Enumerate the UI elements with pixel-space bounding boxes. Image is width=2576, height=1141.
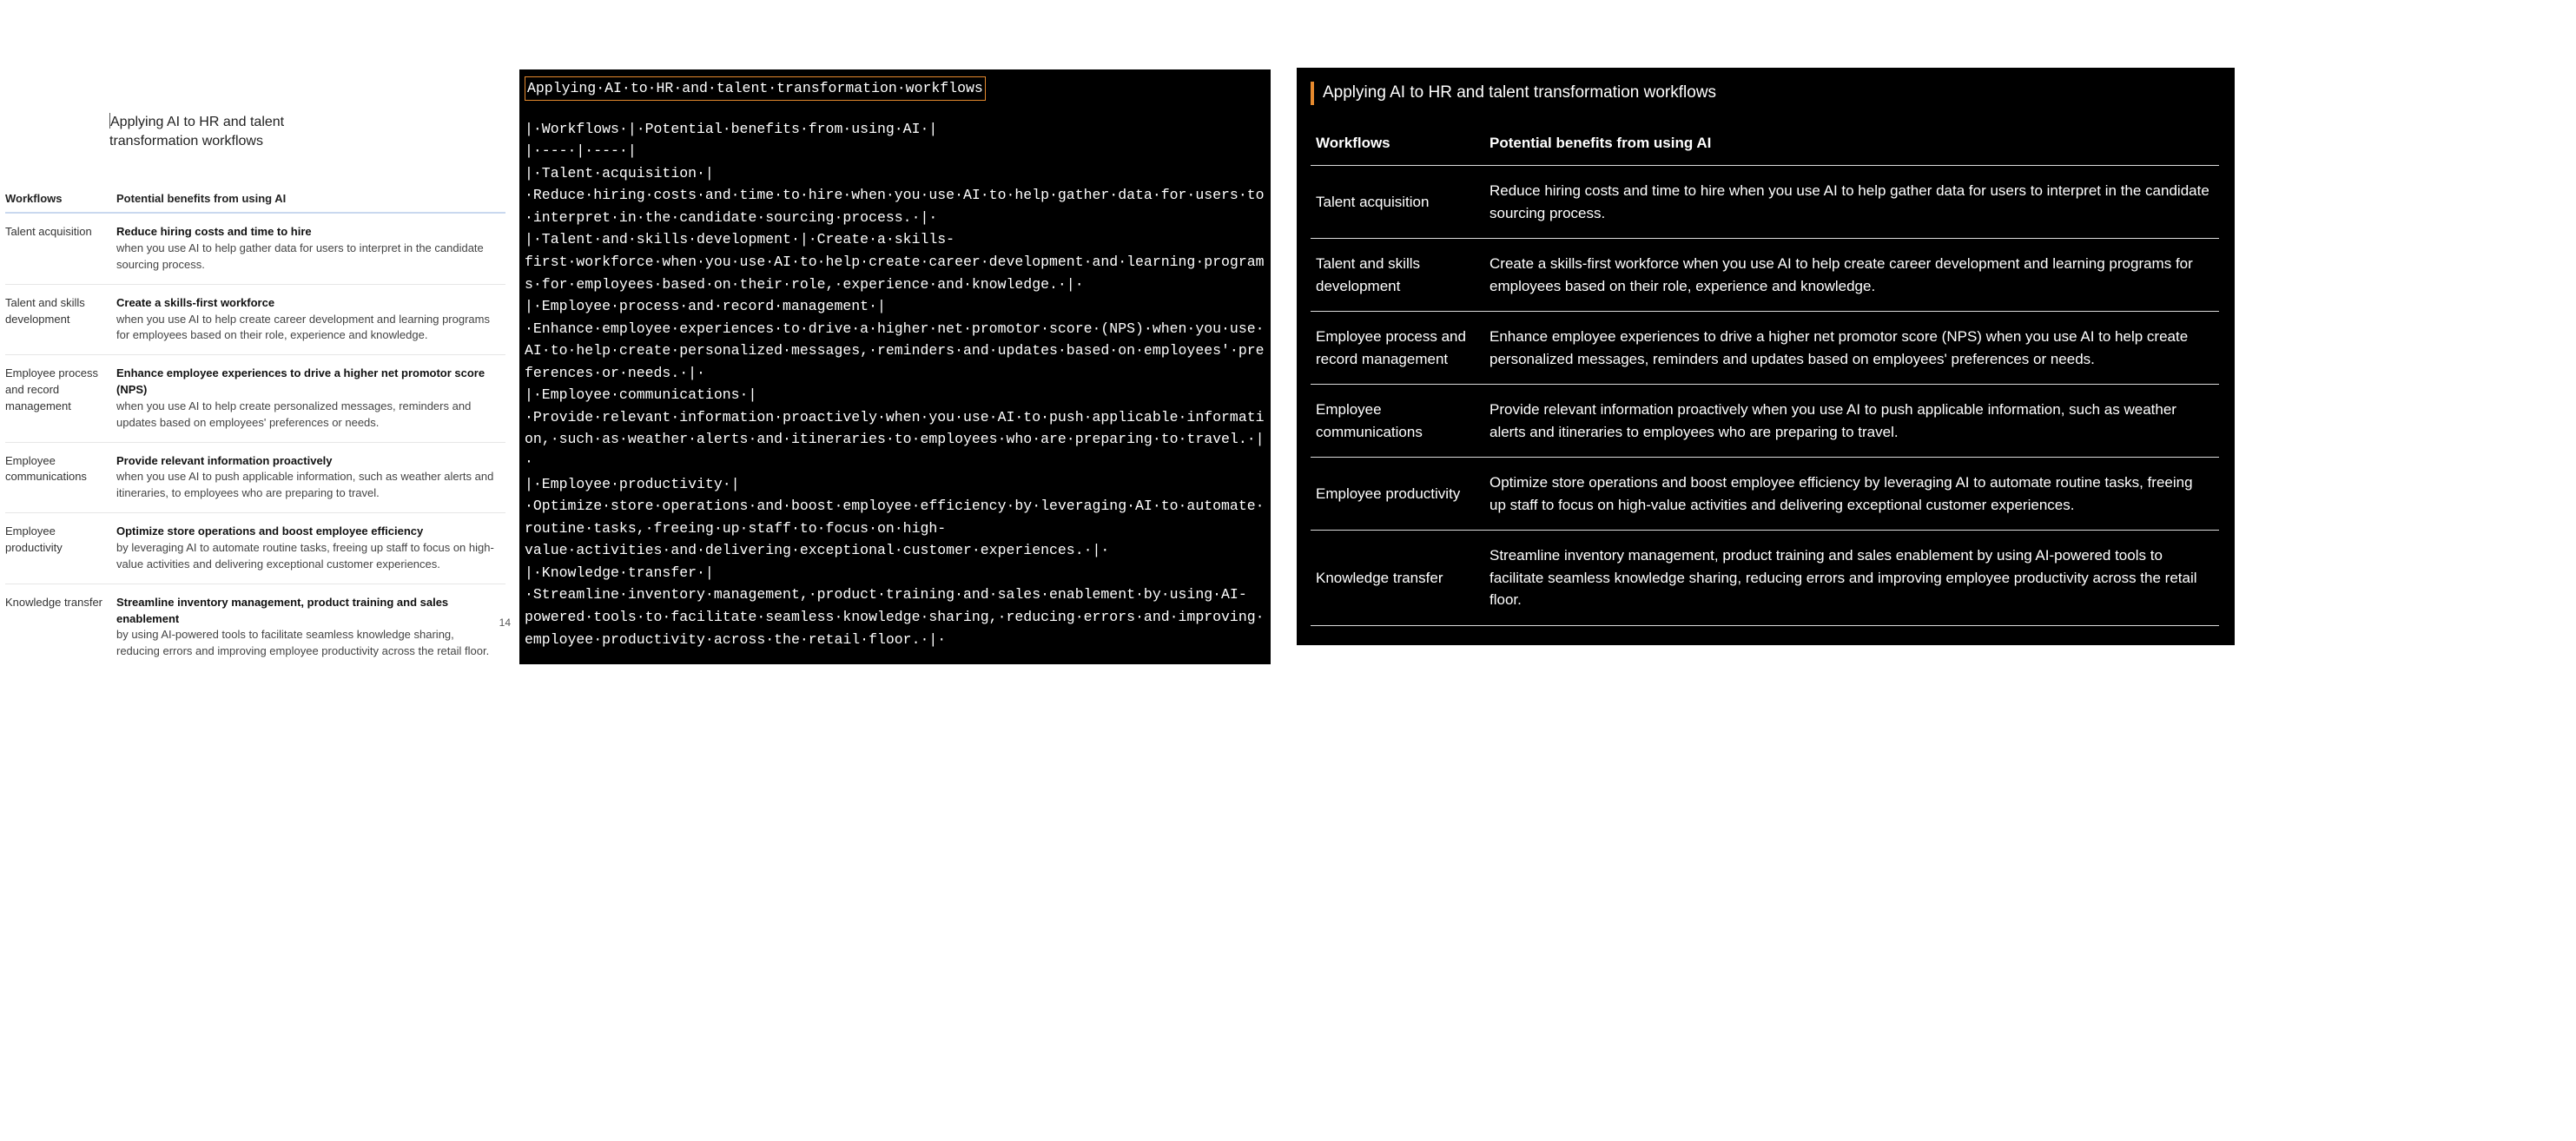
dark-cell-benefit: Optimize store operations and boost empl… bbox=[1484, 458, 2219, 531]
dark-cell-benefit: Enhance employee experiences to drive a … bbox=[1484, 312, 2219, 385]
light-document-panel: Applying AI to HR and talent transformat… bbox=[5, 113, 509, 670]
markdown-line-sep: |·---·|·---·| bbox=[525, 140, 1265, 162]
markdown-line-row2: |·Employee·process·and·record·management… bbox=[525, 295, 1265, 384]
light-col-workflows: Workflows bbox=[5, 185, 116, 213]
light-cell-body: when you use AI to help create career de… bbox=[116, 312, 500, 345]
dark-cell-workflow: Talent and skills development bbox=[1311, 239, 1484, 312]
light-cell-workflow: Knowledge transfer bbox=[5, 584, 116, 670]
dark-cell-workflow: Talent acquisition bbox=[1311, 166, 1484, 239]
light-col-benefits: Potential benefits from using AI bbox=[116, 185, 505, 213]
dark-cell-workflow: Employee productivity bbox=[1311, 458, 1484, 531]
table-row: Talent and skills developmentCreate a sk… bbox=[1311, 239, 2219, 312]
dark-cell-workflow: Employee communications bbox=[1311, 385, 1484, 458]
markdown-line-row5: |·Knowledge·transfer·|·Streamline·invent… bbox=[525, 562, 1265, 650]
table-row: Knowledge transferStreamline inventory m… bbox=[1311, 531, 2219, 626]
light-cell-body: by using AI-powered tools to facilitate … bbox=[116, 627, 500, 660]
page-number: 14 bbox=[499, 617, 511, 629]
light-cell-body: when you use AI to push applicable infor… bbox=[116, 469, 500, 502]
light-cell-lead: Streamline inventory management, product… bbox=[116, 595, 500, 628]
table-row: Employee communicationsProvide relevant … bbox=[5, 442, 505, 513]
dark-cell-benefit: Provide relevant information proactively… bbox=[1484, 385, 2219, 458]
light-cell-lead: Reduce hiring costs and time to hire bbox=[116, 224, 500, 241]
light-cell-lead: Provide relevant information proactively bbox=[116, 453, 500, 470]
markdown-line-row1: |·Talent·and·skills·development·|·Create… bbox=[525, 228, 1265, 295]
light-cell-benefit: Streamline inventory management, product… bbox=[116, 584, 505, 670]
light-cell-workflow: Employee communications bbox=[5, 442, 116, 513]
light-cell-benefit: Reduce hiring costs and time to hirewhen… bbox=[116, 213, 505, 284]
markdown-heading-box: Applying·AI·to·HR·and·talent·transformat… bbox=[525, 76, 986, 101]
light-table: Workflows Potential benefits from using … bbox=[5, 185, 505, 670]
dark-cell-benefit: Reduce hiring costs and time to hire whe… bbox=[1484, 166, 2219, 239]
table-row: Talent acquisitionReduce hiring costs an… bbox=[5, 213, 505, 284]
dark-title: Applying AI to HR and talent transformat… bbox=[1311, 82, 2219, 105]
light-cell-workflow: Employee process and record management bbox=[5, 355, 116, 442]
light-cell-body: when you use AI to help create personali… bbox=[116, 399, 500, 432]
markdown-source-panel: Applying·AI·to·HR·and·talent·transformat… bbox=[519, 69, 1271, 664]
markdown-line-row4: |·Employee·productivity·|·Optimize·store… bbox=[525, 473, 1265, 562]
markdown-heading-text: Applying·AI·to·HR·and·talent·transformat… bbox=[527, 80, 983, 96]
light-cell-lead: Create a skills-first workforce bbox=[116, 295, 500, 312]
light-cell-benefit: Optimize store operations and boost empl… bbox=[116, 513, 505, 584]
light-cell-benefit: Create a skills-first workforcewhen you … bbox=[116, 284, 505, 355]
dark-rendered-panel: Applying AI to HR and talent transformat… bbox=[1297, 68, 2235, 645]
light-cell-benefit: Provide relevant information proactively… bbox=[116, 442, 505, 513]
light-cell-lead: Enhance employee experiences to drive a … bbox=[116, 366, 500, 399]
dark-table: Workflows Potential benefits from using … bbox=[1311, 124, 2219, 626]
table-row: Employee productivityOptimize store oper… bbox=[5, 513, 505, 584]
table-row: Employee productivityOptimize store oper… bbox=[1311, 458, 2219, 531]
dark-cell-workflow: Employee process and record management bbox=[1311, 312, 1484, 385]
markdown-line-header: |·Workflows·|·Potential·benefits·from·us… bbox=[525, 118, 1265, 141]
table-row: Employee process and record managementEn… bbox=[5, 355, 505, 442]
dark-col-workflows: Workflows bbox=[1311, 124, 1484, 166]
table-row: Knowledge transferStreamline inventory m… bbox=[5, 584, 505, 670]
dark-cell-benefit: Streamline inventory management, product… bbox=[1484, 531, 2219, 626]
table-row: Employee process and record managementEn… bbox=[1311, 312, 2219, 385]
table-row: Employee communicationsProvide relevant … bbox=[1311, 385, 2219, 458]
light-cell-lead: Optimize store operations and boost empl… bbox=[116, 524, 500, 540]
table-row: Talent acquisitionReduce hiring costs an… bbox=[1311, 166, 2219, 239]
light-title-line1: Applying AI to HR and talent bbox=[110, 115, 284, 129]
dark-cell-workflow: Knowledge transfer bbox=[1311, 531, 1484, 626]
markdown-line-row3: |·Employee·communications·|·Provide·rele… bbox=[525, 384, 1265, 472]
dark-cell-benefit: Create a skills-first workforce when you… bbox=[1484, 239, 2219, 312]
light-cell-body: by leveraging AI to automate routine tas… bbox=[116, 540, 500, 573]
light-cell-workflow: Talent and skills development bbox=[5, 284, 116, 355]
table-row: Talent and skills developmentCreate a sk… bbox=[5, 284, 505, 355]
light-cell-workflow: Employee productivity bbox=[5, 513, 116, 584]
light-cell-body: when you use AI to help gather data for … bbox=[116, 241, 500, 274]
light-cell-benefit: Enhance employee experiences to drive a … bbox=[116, 355, 505, 442]
dark-col-benefits: Potential benefits from using AI bbox=[1484, 124, 2219, 166]
light-title: Applying AI to HR and talent transformat… bbox=[109, 113, 505, 150]
light-title-line2: transformation workflows bbox=[109, 134, 263, 148]
light-cell-workflow: Talent acquisition bbox=[5, 213, 116, 284]
markdown-line-row0: |·Talent·acquisition·|·Reduce·hiring·cos… bbox=[525, 162, 1265, 229]
